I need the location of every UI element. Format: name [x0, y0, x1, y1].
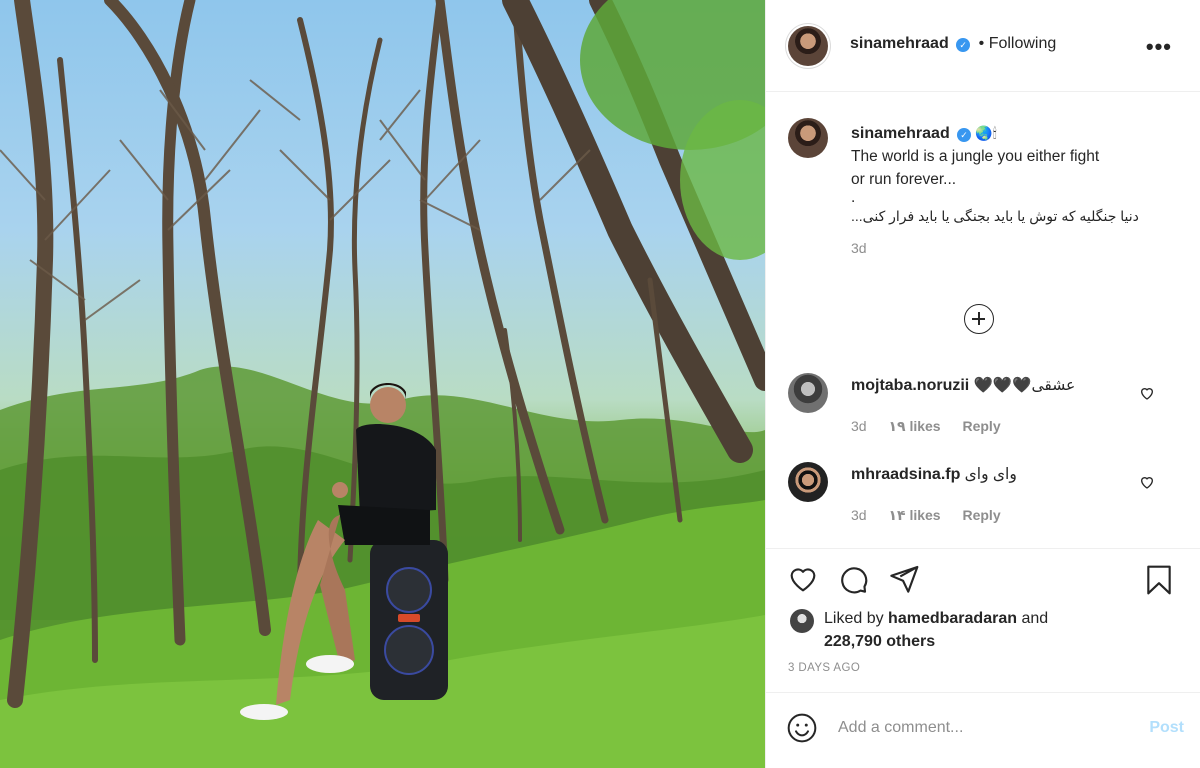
forest-scene	[0, 0, 765, 768]
load-more-comments-icon[interactable]	[964, 304, 994, 334]
comment-likes[interactable]: ۱۴ likes	[888, 507, 940, 523]
comment-username[interactable]: mhraadsina.fp	[851, 466, 960, 483]
more-options-icon[interactable]: •••	[1146, 34, 1172, 60]
author-line: sinamehraad ✓ • Following	[850, 35, 1056, 53]
comment-body: mhraadsina.fp وای وای	[851, 465, 1017, 484]
verified-badge-icon: ✓	[956, 38, 971, 52]
save-bookmark-icon[interactable]	[1143, 563, 1175, 597]
like-heart-icon[interactable]	[786, 563, 820, 595]
comment-time[interactable]: 3d	[851, 507, 867, 523]
verified-badge-icon: ✓	[957, 128, 972, 142]
liker-username[interactable]: hamedbaradaran	[888, 610, 1017, 627]
liked-by-prefix: Liked by	[824, 610, 884, 627]
comment-meta: 3d ۱۴ likes Reply	[851, 507, 1019, 524]
comment-username[interactable]: mojtaba.noruzii	[851, 377, 969, 394]
emoji-smiley-icon[interactable]	[786, 712, 818, 744]
comment-text: وای وای	[964, 466, 1017, 483]
caption-line-2: or run forever...	[851, 171, 957, 188]
caption-persian: دنیا جنگلیه که توش یا باید بجنگی یا باید…	[851, 208, 1139, 224]
liker-avatar[interactable]	[790, 609, 814, 633]
caption-avatar[interactable]	[788, 118, 828, 158]
post-header: sinamehraad ✓ • Following •••	[766, 0, 1200, 92]
likes-others-link[interactable]: 228,790 others	[824, 633, 935, 650]
caption-body: sinamehraad ✓ 🌏🕯 The world is a jungle y…	[851, 122, 1181, 256]
post-side-panel: sinamehraad ✓ • Following ••• sinamehraa…	[765, 0, 1200, 768]
comment-bubble-icon[interactable]	[836, 563, 870, 595]
reply-button[interactable]: Reply	[962, 507, 1000, 523]
post-photo[interactable]	[0, 0, 765, 768]
comment-input[interactable]	[838, 715, 1118, 741]
comment-item: mojtaba.noruzii عشقی🖤🖤🖤 3d ۱۹ likes Repl…	[766, 373, 1200, 463]
add-comment-bar: Post	[766, 692, 1200, 768]
commenter-avatar[interactable]	[788, 373, 828, 413]
caption-username[interactable]: sinamehraad	[851, 125, 950, 142]
follow-separator: •	[978, 35, 985, 52]
post-date[interactable]: 3 DAYS AGO	[788, 662, 860, 674]
share-paper-plane-icon[interactable]	[887, 563, 921, 595]
caption-line-1: The world is a jungle you either fight	[851, 148, 1100, 165]
liked-by-and: and	[1021, 610, 1049, 627]
commenter-avatar[interactable]	[788, 462, 828, 502]
caption-dot: .	[851, 189, 856, 206]
comment-like-heart-icon[interactable]	[1139, 474, 1155, 490]
post-comment-button[interactable]: Post	[1149, 719, 1184, 737]
comment-likes[interactable]: ۱۹ likes	[888, 418, 940, 434]
likes-text: Liked by hamedbaradaran and 228,790 othe…	[824, 607, 1048, 653]
comment-like-heart-icon[interactable]	[1139, 385, 1155, 401]
comment-time[interactable]: 3d	[851, 418, 867, 434]
caption-emoji: 🌏🕯	[975, 125, 997, 141]
action-bar	[766, 548, 1200, 608]
reply-button[interactable]: Reply	[962, 418, 1000, 434]
caption-time[interactable]: 3d	[851, 240, 1181, 256]
following-button[interactable]: Following	[989, 35, 1057, 52]
comment-body: mojtaba.noruzii عشقی🖤🖤🖤	[851, 376, 1075, 395]
author-avatar[interactable]	[788, 26, 828, 66]
author-username[interactable]: sinamehraad	[850, 35, 949, 52]
comment-text: عشقی🖤🖤🖤	[973, 377, 1076, 394]
comment-meta: 3d ۱۹ likes Reply	[851, 418, 1019, 435]
comment-item: mhraadsina.fp وای وای 3d ۱۴ likes Reply	[766, 462, 1200, 552]
